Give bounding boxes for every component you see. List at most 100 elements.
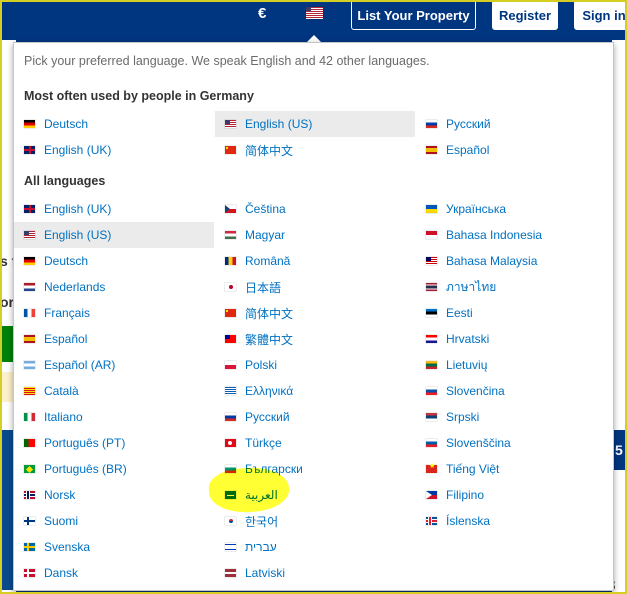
language-option[interactable]: English (UK) — [14, 196, 214, 222]
de-flag-icon — [24, 120, 35, 128]
language-option[interactable]: 简体中文 — [215, 137, 415, 163]
language-option[interactable]: Polski — [215, 352, 415, 378]
language-option-label: 한국어 — [245, 514, 279, 529]
nl-flag-icon — [24, 283, 35, 291]
language-option-label: Italiano — [44, 410, 83, 424]
language-option-label: Bahasa Malaysia — [446, 254, 538, 268]
us-flag-icon — [24, 231, 35, 239]
ca-flag-icon — [24, 387, 35, 395]
language-option[interactable]: Nederlands — [14, 274, 214, 300]
language-option[interactable]: Slovenščina — [416, 430, 616, 456]
language-option[interactable]: English (US) — [215, 111, 415, 137]
language-option[interactable]: Lietuvių — [416, 352, 616, 378]
language-option[interactable]: Русский — [416, 111, 616, 137]
language-option[interactable]: ภาษาไทย — [416, 274, 616, 300]
language-option[interactable]: Português (BR) — [14, 456, 214, 482]
se-flag-icon — [24, 543, 35, 551]
language-option-label: Português (BR) — [44, 462, 127, 476]
gr-flag-icon — [225, 387, 236, 395]
ua-flag-icon — [426, 205, 437, 213]
language-option-label: Română — [245, 254, 291, 268]
language-option-label: Slovenščina — [446, 436, 511, 450]
th-flag-icon — [426, 283, 437, 291]
hr-flag-icon — [426, 335, 437, 343]
all-languages-title: All languages — [24, 174, 106, 188]
site-header: € List Your Property Register Sign in — [0, 0, 627, 40]
language-option-label: Slovenčina — [446, 384, 505, 398]
language-option-label: English (UK) — [44, 202, 112, 216]
language-option-label: Deutsch — [44, 254, 89, 268]
currency-selector[interactable]: € — [258, 5, 266, 22]
language-option[interactable]: Magyar — [215, 222, 415, 248]
background-text-fragment: or — [0, 294, 14, 310]
language-option[interactable]: Română — [215, 248, 415, 274]
language-option[interactable]: Srpski — [416, 404, 616, 430]
language-option[interactable]: Slovenčina — [416, 378, 616, 404]
language-option[interactable]: Íslenska — [416, 508, 616, 534]
language-option-label: Bahasa Indonesia — [446, 228, 543, 242]
language-option[interactable]: Tiếng Việt — [416, 456, 616, 482]
lv-flag-icon — [225, 569, 236, 577]
uk-flag-icon — [24, 146, 35, 154]
language-option[interactable]: Italiano — [14, 404, 214, 430]
pt-flag-icon — [24, 439, 35, 447]
all-languages-column: Čeština Magyar Română 日本語 简体中文 繁體中文 Polski Ελλη… — [215, 196, 415, 586]
language-intro-text: Pick your preferred language. We speak E… — [24, 54, 430, 68]
language-option-label: Suomi — [44, 514, 79, 528]
us-flag-icon — [225, 120, 236, 128]
language-option[interactable]: Español — [14, 326, 214, 352]
language-option[interactable]: Hrvatski — [416, 326, 616, 352]
ee-flag-icon — [426, 309, 437, 317]
language-selector-us-flag-icon[interactable] — [306, 7, 323, 19]
vn-flag-icon — [426, 462, 437, 473]
sign-in-button[interactable]: Sign in — [574, 0, 627, 30]
language-option[interactable]: Français — [14, 300, 214, 326]
language-option-label: Magyar — [245, 228, 286, 242]
language-option[interactable]: Español (AR) — [14, 352, 214, 378]
hu-flag-icon — [225, 231, 236, 239]
language-option-label: Ελληνικά — [245, 384, 294, 398]
language-option[interactable]: Español — [416, 137, 616, 163]
language-option-label: Čeština — [245, 202, 286, 216]
language-option[interactable]: Deutsch — [14, 111, 214, 137]
language-option-label: Svenska — [44, 540, 91, 554]
language-option[interactable]: Svenska — [14, 534, 214, 560]
language-option[interactable]: עברית — [215, 534, 415, 560]
language-option[interactable]: Čeština — [215, 196, 415, 222]
language-option[interactable]: Latviski — [215, 560, 415, 586]
language-option[interactable]: Dansk — [14, 560, 214, 586]
language-option[interactable]: 简体中文 — [215, 300, 415, 326]
language-option[interactable]: Українська — [416, 196, 616, 222]
language-option-label: Hrvatski — [446, 332, 490, 346]
register-button[interactable]: Register — [492, 0, 558, 30]
language-option[interactable]: Deutsch — [14, 248, 214, 274]
language-option-label: Español — [446, 143, 490, 157]
language-option[interactable]: Bahasa Malaysia — [416, 248, 616, 274]
language-option[interactable]: Ελληνικά — [215, 378, 415, 404]
tr-flag-icon — [225, 439, 236, 447]
fi-flag-icon — [24, 517, 35, 525]
language-option[interactable]: Português (PT) — [14, 430, 214, 456]
language-option[interactable]: Eesti — [416, 300, 616, 326]
language-option[interactable]: Türkçe — [215, 430, 415, 456]
language-option-label: Українська — [446, 202, 507, 216]
language-option[interactable]: English (US) — [14, 222, 214, 248]
language-option-label: Español — [44, 332, 88, 346]
language-option-label: Norsk — [44, 488, 76, 502]
dk-flag-icon — [24, 569, 35, 577]
language-option[interactable]: 日本語 — [215, 274, 415, 300]
language-option[interactable]: Suomi — [14, 508, 214, 534]
list-your-property-button[interactable]: List Your Property — [351, 0, 476, 30]
language-option-label: עברית — [245, 540, 277, 554]
language-option[interactable]: Filipino — [416, 482, 616, 508]
suggested-column: English (US) 简体中文 — [215, 111, 415, 163]
language-option[interactable]: Русский — [215, 404, 415, 430]
language-option[interactable]: Norsk — [14, 482, 214, 508]
language-option[interactable]: 繁體中文 — [215, 326, 415, 352]
language-option[interactable]: Bahasa Indonesia — [416, 222, 616, 248]
language-option[interactable]: Català — [14, 378, 214, 404]
rs-flag-icon — [426, 413, 437, 421]
language-option-label: Dansk — [44, 566, 79, 580]
de-flag-icon — [24, 257, 35, 265]
language-option[interactable]: English (UK) — [14, 137, 214, 163]
